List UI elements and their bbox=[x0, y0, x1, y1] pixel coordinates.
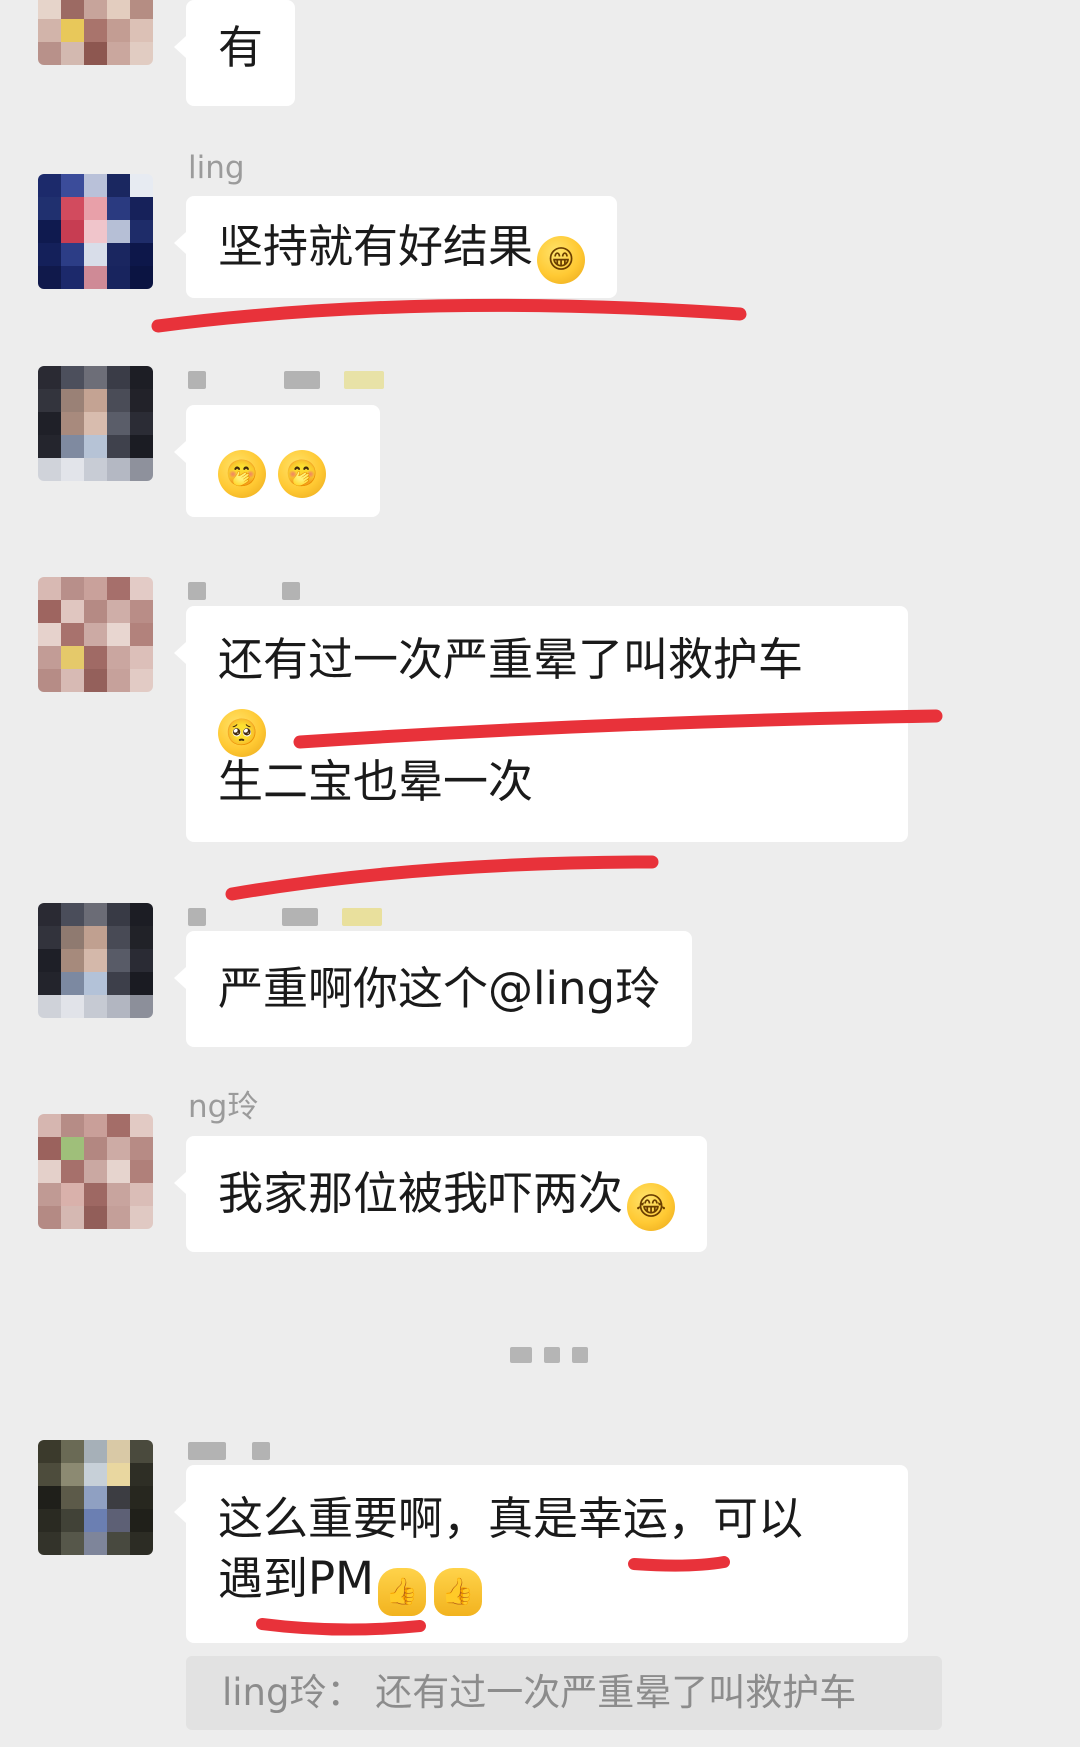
red-underline-annotations bbox=[151, 298, 943, 1636]
chat-thread: 有 ling 坚持就有好结果😁 🤭🤭 还有过一次严重晕了叫救护车 � bbox=[0, 0, 1080, 1747]
underline-mark bbox=[293, 709, 943, 749]
underline-mark bbox=[151, 298, 747, 333]
underline-mark bbox=[628, 1556, 730, 1572]
underline-mark bbox=[225, 855, 659, 901]
underline-mark bbox=[256, 1618, 426, 1636]
